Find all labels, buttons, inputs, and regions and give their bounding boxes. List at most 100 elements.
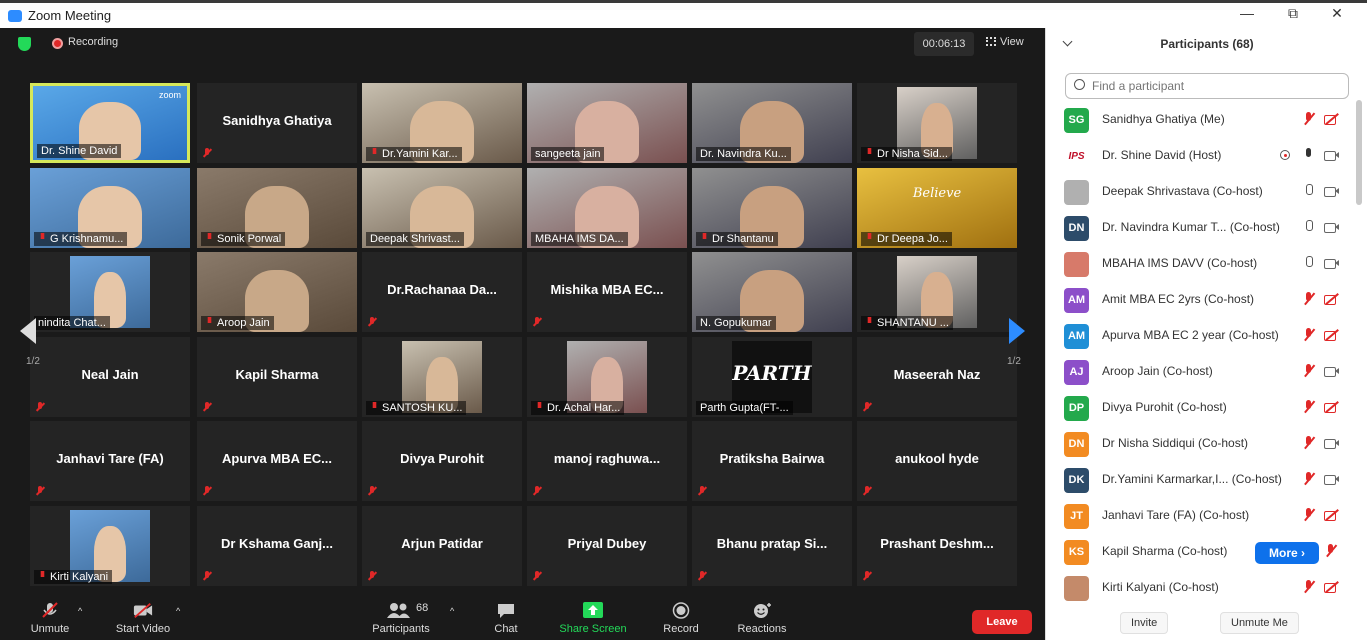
- camera-icon[interactable]: [1324, 472, 1339, 486]
- mic-icon[interactable]: [1302, 220, 1316, 234]
- video-options-caret-icon[interactable]: ^: [176, 606, 180, 616]
- audio-options-caret-icon[interactable]: ^: [78, 606, 82, 616]
- camera-icon[interactable]: [1324, 364, 1339, 378]
- participant-tile[interactable]: MBAHA IMS DA...: [527, 168, 687, 248]
- participant-tile[interactable]: Sonik Porwal: [197, 168, 357, 248]
- participant-row[interactable]: DN Dr. Navindra Kumar T... (Co-host): [1046, 210, 1356, 246]
- participant-row[interactable]: Kirti Kalyani (Co-host): [1046, 570, 1356, 606]
- participant-tile[interactable]: Bhanu pratap Si...: [692, 506, 852, 586]
- participant-tile[interactable]: Kirti Kalyani: [30, 506, 190, 586]
- invite-button[interactable]: Invite: [1120, 612, 1169, 634]
- participant-tile[interactable]: G Krishnamu...: [30, 168, 190, 248]
- participant-tile[interactable]: Prashant Deshm...: [857, 506, 1017, 586]
- participant-row[interactable]: AM Amit MBA EC 2yrs (Co-host): [1046, 282, 1356, 318]
- participant-tile[interactable]: sangeeta jain: [527, 83, 687, 163]
- participant-row[interactable]: MBAHA IMS DAVV (Co-host): [1046, 246, 1356, 282]
- mic-muted-icon[interactable]: [1302, 328, 1316, 342]
- find-participant-input[interactable]: [1065, 73, 1349, 99]
- more-button[interactable]: More ›: [1255, 542, 1319, 564]
- mic-muted-icon[interactable]: [1302, 580, 1316, 594]
- mic-muted-icon[interactable]: [1302, 292, 1316, 306]
- participant-row[interactable]: IPS Dr. Shine David (Host): [1046, 138, 1356, 174]
- participant-tile[interactable]: Kapil Sharma: [197, 337, 357, 417]
- camera-off-icon[interactable]: [1324, 112, 1338, 126]
- minimize-button[interactable]: —: [1232, 5, 1262, 21]
- camera-off-icon[interactable]: [1324, 292, 1338, 306]
- participant-row[interactable]: JT Janhavi Tare (FA) (Co-host): [1046, 498, 1356, 534]
- participant-tile[interactable]: SHANTANU ...: [857, 252, 1017, 332]
- participant-tile[interactable]: Pratiksha Bairwa: [692, 421, 852, 501]
- participant-tile[interactable]: Dr.Yamini Kar...: [362, 83, 522, 163]
- mic-muted-icon[interactable]: [1302, 364, 1316, 378]
- participant-tile[interactable]: nindita Chat...: [30, 252, 190, 332]
- mic-muted-icon[interactable]: [1324, 544, 1338, 558]
- participant-tile[interactable]: PARTH Parth Gupta(FT-...: [692, 337, 852, 417]
- unmute-me-button[interactable]: Unmute Me: [1220, 612, 1299, 634]
- participant-tile[interactable]: Dr. Achal Har...: [527, 337, 687, 417]
- share-screen-button[interactable]: Share Screen: [554, 600, 632, 635]
- leave-button[interactable]: Leave: [972, 610, 1032, 634]
- chat-button[interactable]: Chat: [486, 600, 526, 635]
- camera-icon[interactable]: [1324, 256, 1339, 270]
- camera-off-icon[interactable]: [1324, 580, 1338, 594]
- maximize-button[interactable]: ⧉: [1278, 5, 1308, 22]
- participant-tile[interactable]: Believe Dr Deepa Jo...: [857, 168, 1017, 248]
- participant-tile[interactable]: manoj raghuwa...: [527, 421, 687, 501]
- camera-off-icon[interactable]: [1324, 400, 1338, 414]
- mic-muted-icon[interactable]: [1302, 472, 1316, 486]
- participant-tile[interactable]: Aroop Jain: [197, 252, 357, 332]
- camera-off-icon[interactable]: [1324, 328, 1338, 342]
- participant-tile[interactable]: Sanidhya Ghatiya: [197, 83, 357, 163]
- participant-tile[interactable]: Deepak Shrivast...: [362, 168, 522, 248]
- mic-icon[interactable]: [1302, 256, 1316, 270]
- participant-row[interactable]: DP Divya Purohit (Co-host): [1046, 390, 1356, 426]
- mic-icon[interactable]: [1302, 184, 1316, 198]
- record-button[interactable]: Record: [656, 600, 706, 635]
- security-shield-icon[interactable]: [18, 37, 31, 51]
- participant-tile[interactable]: Janhavi Tare (FA): [30, 421, 190, 501]
- participant-tile[interactable]: zoom Dr. Shine David: [30, 83, 190, 163]
- participant-tile[interactable]: SANTOSH KU...: [362, 337, 522, 417]
- close-button[interactable]: ✕: [1322, 5, 1352, 22]
- participant-avatar: DN: [1064, 216, 1089, 241]
- previous-page-arrow-icon[interactable]: [20, 318, 36, 344]
- participant-tile[interactable]: Maseerah Naz: [857, 337, 1017, 417]
- mic-muted-icon[interactable]: [1302, 508, 1316, 522]
- next-page-arrow-icon[interactable]: [1009, 318, 1025, 344]
- participant-tile[interactable]: Priyal Dubey: [527, 506, 687, 586]
- mic-muted-icon[interactable]: [1302, 112, 1316, 126]
- camera-icon[interactable]: [1324, 148, 1339, 162]
- participant-row[interactable]: DK Dr.Yamini Karmarkar,I... (Co-host): [1046, 462, 1356, 498]
- participant-tile[interactable]: Dr Nisha Sid...: [857, 83, 1017, 163]
- camera-icon[interactable]: [1324, 184, 1339, 198]
- view-button[interactable]: View: [986, 36, 1024, 48]
- participant-tile[interactable]: N. Gopukumar: [692, 252, 852, 332]
- reactions-button[interactable]: Reactions: [732, 600, 792, 635]
- participant-tile[interactable]: Dr. Navindra Ku...: [692, 83, 852, 163]
- participant-tile[interactable]: Apurva MBA EC...: [197, 421, 357, 501]
- participant-row[interactable]: DN Dr Nisha Siddiqui (Co-host): [1046, 426, 1356, 462]
- participant-tile[interactable]: anukool hyde: [857, 421, 1017, 501]
- mic-muted-icon[interactable]: [1302, 400, 1316, 414]
- mic-muted-icon[interactable]: [1302, 436, 1316, 450]
- participant-tile[interactable]: Divya Purohit: [362, 421, 522, 501]
- participant-tile[interactable]: Dr Shantanu: [692, 168, 852, 248]
- participant-tile[interactable]: Dr.Rachanaa Da...: [362, 252, 522, 332]
- mic-icon[interactable]: [1302, 148, 1316, 162]
- unmute-button[interactable]: Unmute: [22, 600, 78, 635]
- participant-tile[interactable]: Arjun Patidar: [362, 506, 522, 586]
- participant-tile[interactable]: Neal Jain: [30, 337, 190, 417]
- participants-button[interactable]: 68 Participants: [366, 600, 436, 635]
- participant-row[interactable]: AJ Aroop Jain (Co-host): [1046, 354, 1356, 390]
- participant-row[interactable]: SG Sanidhya Ghatiya (Me): [1046, 102, 1356, 138]
- participant-row[interactable]: AM Apurva MBA EC 2 year (Co-host): [1046, 318, 1356, 354]
- camera-off-icon[interactable]: [1324, 508, 1338, 522]
- participants-caret-icon[interactable]: ^: [450, 606, 454, 616]
- participant-tile[interactable]: Mishika MBA EC...: [527, 252, 687, 332]
- camera-icon[interactable]: [1324, 436, 1339, 450]
- participant-row[interactable]: Deepak Shrivastava (Co-host): [1046, 174, 1356, 210]
- start-video-button[interactable]: Start Video: [108, 600, 178, 635]
- camera-icon[interactable]: [1324, 220, 1339, 234]
- participant-tile[interactable]: Dr Kshama Ganj...: [197, 506, 357, 586]
- participant-list-scrollbar[interactable]: [1356, 100, 1362, 205]
